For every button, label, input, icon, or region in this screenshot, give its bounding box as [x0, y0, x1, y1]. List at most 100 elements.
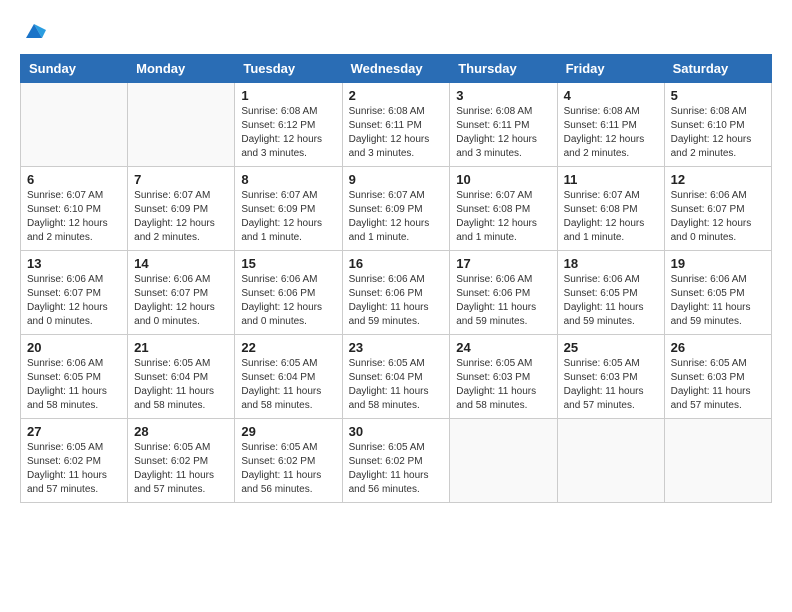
calendar-day-cell: 29 Sunrise: 6:05 AM Sunset: 6:02 PM Dayli… [235, 419, 342, 503]
day-number: 18 [564, 256, 658, 271]
day-info: Sunrise: 6:05 AM Sunset: 6:02 PM Dayligh… [349, 441, 444, 497]
calendar-day-cell: 21 Sunrise: 6:05 AM Sunset: 6:04 PM Dayli… [128, 335, 235, 419]
calendar-week-row: 6 Sunrise: 6:07 AM Sunset: 6:10 PM Daylig… [21, 167, 772, 251]
day-info: Sunrise: 6:08 AM Sunset: 6:12 PM Dayligh… [241, 105, 335, 161]
weekday-header: Thursday [450, 55, 557, 83]
calendar-day-cell: 9 Sunrise: 6:07 AM Sunset: 6:09 PM Daylig… [342, 167, 450, 251]
day-info: Sunrise: 6:05 AM Sunset: 6:03 PM Dayligh… [671, 357, 765, 413]
day-number: 10 [456, 172, 550, 187]
day-number: 13 [27, 256, 121, 271]
weekday-header: Wednesday [342, 55, 450, 83]
day-number: 19 [671, 256, 765, 271]
day-number: 26 [671, 340, 765, 355]
day-number: 23 [349, 340, 444, 355]
day-info: Sunrise: 6:05 AM Sunset: 6:02 PM Dayligh… [241, 441, 335, 497]
day-info: Sunrise: 6:05 AM Sunset: 6:04 PM Dayligh… [349, 357, 444, 413]
day-number: 21 [134, 340, 228, 355]
calendar-day-cell: 30Sunrise: 6:05 AM Sunset: 6:02 PM Dayli… [342, 419, 450, 503]
day-number: 8 [241, 172, 335, 187]
weekday-header: Monday [128, 55, 235, 83]
day-info: Sunrise: 6:06 AM Sunset: 6:06 PM Dayligh… [241, 273, 335, 329]
calendar-day-cell: 16Sunrise: 6:06 AM Sunset: 6:06 PM Dayli… [342, 251, 450, 335]
day-info: Sunrise: 6:08 AM Sunset: 6:11 PM Dayligh… [564, 105, 658, 161]
day-info: Sunrise: 6:05 AM Sunset: 6:02 PM Dayligh… [27, 441, 121, 497]
day-number: 25 [564, 340, 658, 355]
day-info: Sunrise: 6:07 AM Sunset: 6:09 PM Dayligh… [134, 189, 228, 245]
calendar-week-row: 1 Sunrise: 6:08 AM Sunset: 6:12 PM Daylig… [21, 83, 772, 167]
calendar-day-cell [450, 419, 557, 503]
calendar-day-cell: 10 Sunrise: 6:07 AM Sunset: 6:08 PM Dayli… [450, 167, 557, 251]
calendar-day-cell: 12 Sunrise: 6:06 AM Sunset: 6:07 PM Dayli… [664, 167, 771, 251]
day-info: Sunrise: 6:07 AM Sunset: 6:08 PM Dayligh… [456, 189, 550, 245]
calendar-day-cell: 17 Sunrise: 6:06 AM Sunset: 6:06 PM Dayli… [450, 251, 557, 335]
calendar-day-cell: 3 Sunrise: 6:08 AM Sunset: 6:11 PM Daylig… [450, 83, 557, 167]
day-number: 22 [241, 340, 335, 355]
calendar-day-cell: 14Sunrise: 6:06 AM Sunset: 6:07 PM Dayli… [128, 251, 235, 335]
calendar-day-cell [21, 83, 128, 167]
calendar-day-cell [128, 83, 235, 167]
calendar-table: SundayMondayTuesdayWednesdayThursdayFrid… [20, 54, 772, 503]
weekday-header: Sunday [21, 55, 128, 83]
day-info: Sunrise: 6:05 AM Sunset: 6:04 PM Dayligh… [134, 357, 228, 413]
calendar-day-cell: 15Sunrise: 6:06 AM Sunset: 6:06 PM Dayli… [235, 251, 342, 335]
day-number: 29 [241, 424, 335, 439]
calendar-day-cell: 28 Sunrise: 6:05 AM Sunset: 6:02 PM Dayli… [128, 419, 235, 503]
day-number: 2 [349, 88, 444, 103]
calendar-day-cell: 13 Sunrise: 6:06 AM Sunset: 6:07 PM Dayli… [21, 251, 128, 335]
calendar-week-row: 27Sunrise: 6:05 AM Sunset: 6:02 PM Dayli… [21, 419, 772, 503]
calendar-day-cell: 23 Sunrise: 6:05 AM Sunset: 6:04 PM Dayli… [342, 335, 450, 419]
day-info: Sunrise: 6:06 AM Sunset: 6:07 PM Dayligh… [671, 189, 765, 245]
day-number: 9 [349, 172, 444, 187]
day-info: Sunrise: 6:06 AM Sunset: 6:07 PM Dayligh… [27, 273, 121, 329]
calendar-day-cell: 18Sunrise: 6:06 AM Sunset: 6:05 PM Dayli… [557, 251, 664, 335]
weekday-header: Saturday [664, 55, 771, 83]
calendar-day-cell: 6 Sunrise: 6:07 AM Sunset: 6:10 PM Daylig… [21, 167, 128, 251]
day-info: Sunrise: 6:06 AM Sunset: 6:05 PM Dayligh… [27, 357, 121, 413]
day-number: 1 [241, 88, 335, 103]
calendar-day-cell: 4 Sunrise: 6:08 AM Sunset: 6:11 PM Daylig… [557, 83, 664, 167]
calendar-day-cell: 24 Sunrise: 6:05 AM Sunset: 6:03 PM Dayli… [450, 335, 557, 419]
calendar-day-cell: 20 Sunrise: 6:06 AM Sunset: 6:05 PM Dayli… [21, 335, 128, 419]
day-info: Sunrise: 6:05 AM Sunset: 6:02 PM Dayligh… [134, 441, 228, 497]
day-number: 5 [671, 88, 765, 103]
day-info: Sunrise: 6:08 AM Sunset: 6:11 PM Dayligh… [456, 105, 550, 161]
calendar-day-cell: 8 Sunrise: 6:07 AM Sunset: 6:09 PM Daylig… [235, 167, 342, 251]
calendar-day-cell: 26 Sunrise: 6:05 AM Sunset: 6:03 PM Dayli… [664, 335, 771, 419]
day-info: Sunrise: 6:07 AM Sunset: 6:08 PM Dayligh… [564, 189, 658, 245]
calendar-header-row: SundayMondayTuesdayWednesdayThursdayFrid… [21, 55, 772, 83]
day-info: Sunrise: 6:07 AM Sunset: 6:09 PM Dayligh… [349, 189, 444, 245]
day-info: Sunrise: 6:08 AM Sunset: 6:10 PM Dayligh… [671, 105, 765, 161]
logo-icon [22, 20, 46, 44]
day-number: 7 [134, 172, 228, 187]
calendar-week-row: 13 Sunrise: 6:06 AM Sunset: 6:07 PM Dayli… [21, 251, 772, 335]
day-number: 11 [564, 172, 658, 187]
day-info: Sunrise: 6:06 AM Sunset: 6:06 PM Dayligh… [349, 273, 444, 329]
day-info: Sunrise: 6:07 AM Sunset: 6:09 PM Dayligh… [241, 189, 335, 245]
day-number: 17 [456, 256, 550, 271]
calendar-day-cell: 2 Sunrise: 6:08 AM Sunset: 6:11 PM Daylig… [342, 83, 450, 167]
calendar-day-cell: 5 Sunrise: 6:08 AM Sunset: 6:10 PM Daylig… [664, 83, 771, 167]
day-info: Sunrise: 6:06 AM Sunset: 6:05 PM Dayligh… [671, 273, 765, 329]
day-number: 3 [456, 88, 550, 103]
day-number: 4 [564, 88, 658, 103]
calendar-day-cell [557, 419, 664, 503]
day-info: Sunrise: 6:05 AM Sunset: 6:03 PM Dayligh… [564, 357, 658, 413]
weekday-header: Friday [557, 55, 664, 83]
calendar-day-cell: 7 Sunrise: 6:07 AM Sunset: 6:09 PM Daylig… [128, 167, 235, 251]
day-number: 20 [27, 340, 121, 355]
calendar-day-cell: 1 Sunrise: 6:08 AM Sunset: 6:12 PM Daylig… [235, 83, 342, 167]
day-info: Sunrise: 6:05 AM Sunset: 6:03 PM Dayligh… [456, 357, 550, 413]
day-info: Sunrise: 6:06 AM Sunset: 6:06 PM Dayligh… [456, 273, 550, 329]
day-info: Sunrise: 6:07 AM Sunset: 6:10 PM Dayligh… [27, 189, 121, 245]
day-number: 6 [27, 172, 121, 187]
calendar-day-cell [664, 419, 771, 503]
calendar-day-cell: 25 Sunrise: 6:05 AM Sunset: 6:03 PM Dayli… [557, 335, 664, 419]
day-number: 12 [671, 172, 765, 187]
logo [20, 20, 46, 44]
day-number: 28 [134, 424, 228, 439]
day-number: 24 [456, 340, 550, 355]
calendar-day-cell: 27Sunrise: 6:05 AM Sunset: 6:02 PM Dayli… [21, 419, 128, 503]
page-header [20, 20, 772, 44]
weekday-header: Tuesday [235, 55, 342, 83]
day-info: Sunrise: 6:08 AM Sunset: 6:11 PM Dayligh… [349, 105, 444, 161]
